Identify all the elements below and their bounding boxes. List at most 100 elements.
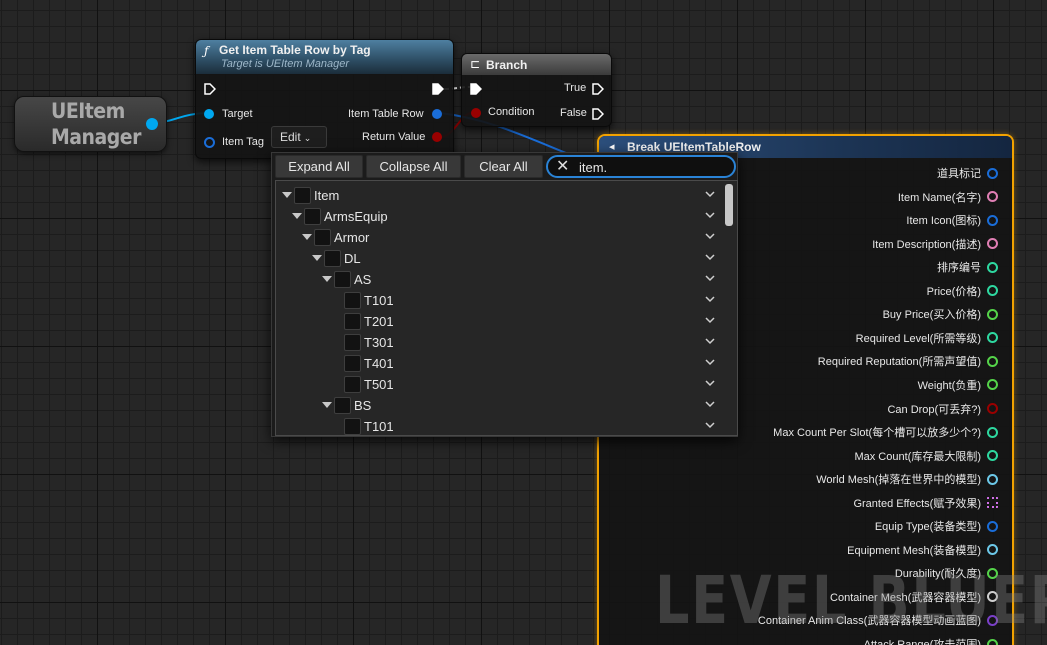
break-output-pin[interactable] [987, 285, 998, 297]
break-output-pin[interactable] [987, 544, 998, 556]
tag-tree-row[interactable]: T301 [276, 331, 722, 352]
break-output-row: Can Drop(可丢弃?) [887, 401, 998, 417]
break-output-pin[interactable] [987, 497, 998, 509]
chevron-down-icon[interactable] [705, 333, 715, 349]
chevron-down-icon[interactable] [705, 354, 715, 370]
tag-checkbox[interactable] [344, 334, 361, 351]
break-output-label: Weight(负重) [917, 379, 981, 392]
break-output-row: Max Count(库存最大限制) [854, 448, 998, 464]
tag-label: T101 [364, 293, 394, 308]
chevron-down-icon[interactable] [705, 417, 715, 433]
variable-output-pin[interactable] [146, 118, 158, 130]
expand-all-button[interactable]: Expand All [275, 155, 363, 178]
false-exec-output-pin[interactable] [592, 108, 604, 120]
exec-output-pin[interactable] [432, 83, 444, 95]
break-output-pin[interactable] [987, 167, 998, 179]
tag-tree-row[interactable]: T501 [276, 373, 722, 394]
break-output-label: Required Reputation(所需声望值) [817, 356, 981, 369]
branch-icon: ⊏ [470, 57, 481, 71]
tag-checkbox[interactable] [344, 292, 361, 309]
tag-checkbox[interactable] [334, 397, 351, 414]
clear-all-button[interactable]: Clear All [464, 155, 543, 178]
target-input-pin[interactable] [204, 109, 214, 119]
chevron-down-icon[interactable] [705, 396, 715, 412]
break-output-pin[interactable] [987, 473, 998, 485]
tag-tree[interactable]: Item ArmsEquip Armor DL AS T101 T201 T301 T401 T5… [275, 180, 738, 436]
break-output-pin[interactable] [987, 332, 998, 344]
tag-checkbox[interactable] [294, 187, 311, 204]
break-output-pin[interactable] [987, 261, 998, 273]
break-output-pin[interactable] [987, 355, 998, 367]
tag-label: T201 [364, 314, 394, 329]
collapse-all-button[interactable]: Collapse All [366, 155, 461, 178]
tag-tree-row[interactable]: T401 [276, 352, 722, 373]
branch-node[interactable]: ⊏ Branch Condition True False [461, 53, 612, 127]
break-output-pin[interactable] [987, 638, 998, 645]
expand-arrow-icon[interactable] [322, 402, 332, 408]
condition-input-pin[interactable] [471, 108, 481, 118]
break-output-pin[interactable] [987, 426, 998, 438]
break-output-pin[interactable] [987, 403, 998, 414]
tag-checkbox[interactable] [344, 376, 361, 393]
branch-title: Branch [486, 58, 528, 72]
tag-search-input[interactable] [579, 158, 729, 176]
tag-tree-row[interactable]: DL [276, 247, 722, 268]
level-blueprint-watermark: LEVEL BLUEPRINT [655, 562, 1047, 639]
get-item-table-row-node[interactable]: ƒ Get Item Table Row by Tag Target is UE… [195, 39, 454, 159]
break-output-pin[interactable] [987, 191, 998, 203]
break-output-pin[interactable] [987, 238, 998, 250]
expand-arrow-icon[interactable] [292, 213, 302, 219]
true-exec-output-pin[interactable] [592, 83, 604, 95]
chevron-down-icon[interactable] [705, 249, 715, 265]
exec-input-pin[interactable] [204, 83, 216, 95]
tag-tree-row[interactable]: Armor [276, 226, 722, 247]
break-output-row: Item Name(名字) [898, 189, 998, 205]
node-title: Get Item Table Row by Tag [219, 43, 371, 57]
tag-checkbox[interactable] [334, 271, 351, 288]
clear-search-icon[interactable]: ✕ [556, 158, 569, 175]
chevron-down-icon[interactable] [705, 207, 715, 223]
break-output-label: Equip Type(装备类型) [874, 521, 981, 534]
item-tag-input-pin[interactable] [204, 137, 215, 148]
tag-tree-row[interactable]: Item [276, 184, 722, 205]
break-output-pin[interactable] [987, 308, 998, 320]
break-output-label: Required Level(所需等级) [855, 332, 981, 345]
expand-arrow-icon[interactable] [312, 255, 322, 261]
tag-label: BS [354, 398, 372, 413]
tag-checkbox[interactable] [314, 229, 331, 246]
tag-label: AS [354, 272, 372, 287]
tag-search-box[interactable]: ✕ [546, 155, 736, 178]
tag-tree-row[interactable]: ArmsEquip [276, 205, 722, 226]
ueitem-manager-variable-node[interactable]: UEItem Manager [14, 96, 167, 152]
break-output-pin[interactable] [987, 520, 998, 532]
tag-checkbox[interactable] [344, 313, 361, 330]
tag-checkbox[interactable] [324, 250, 341, 267]
tag-tree-row[interactable]: T101 [276, 415, 722, 435]
tag-checkbox[interactable] [344, 418, 361, 435]
chevron-down-icon[interactable] [705, 228, 715, 244]
return-value-output-pin[interactable] [432, 132, 442, 142]
tag-checkbox[interactable] [344, 355, 361, 372]
expand-arrow-icon[interactable] [302, 234, 312, 240]
break-output-pin[interactable] [987, 379, 998, 391]
edit-tag-dropdown[interactable]: Edit ⌄ [271, 126, 327, 148]
break-output-pin[interactable] [987, 214, 998, 226]
chevron-down-icon[interactable] [705, 375, 715, 391]
expand-arrow-icon[interactable] [282, 192, 292, 198]
break-output-pin[interactable] [987, 450, 998, 462]
tree-scrollbar[interactable] [725, 184, 733, 226]
tag-tree-row[interactable]: T201 [276, 310, 722, 331]
item-table-row-output-pin[interactable] [432, 109, 442, 119]
tag-tree-row[interactable]: T101 [276, 289, 722, 310]
chevron-down-icon[interactable] [705, 312, 715, 328]
branch-exec-input-pin[interactable] [470, 83, 482, 95]
chevron-down-icon[interactable] [705, 291, 715, 307]
tag-checkbox[interactable] [304, 208, 321, 225]
tag-tree-row[interactable]: BS [276, 394, 722, 415]
chevron-down-icon[interactable] [705, 186, 715, 202]
break-output-row: Buy Price(买入价格) [883, 306, 998, 322]
chevron-down-icon[interactable] [705, 270, 715, 286]
tag-tree-row[interactable]: AS [276, 268, 722, 289]
break-output-row: Max Count Per Slot(每个槽可以放多少个?) [773, 424, 998, 440]
expand-arrow-icon[interactable] [322, 276, 332, 282]
